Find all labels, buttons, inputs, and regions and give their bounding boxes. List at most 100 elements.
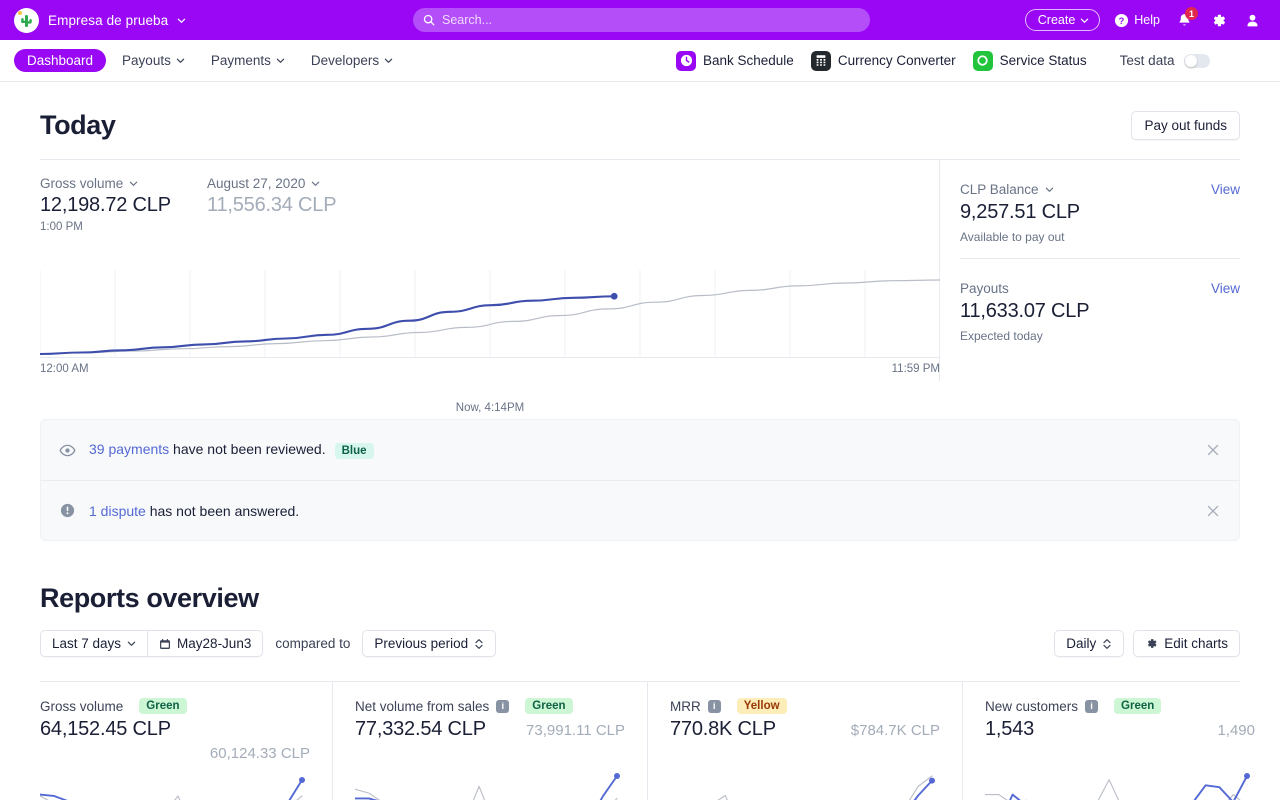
status-badge: Green <box>525 698 573 714</box>
notifications-button[interactable]: 1 <box>1174 7 1198 30</box>
gross-volume-metric: Gross volume 12,198.72 CLP 1:00 PM <box>40 176 207 233</box>
balance-view-link[interactable]: View <box>1211 182 1240 197</box>
today-volume-chart[interactable]: 12:00 AM 11:59 PM Now, 4:14PM <box>40 270 940 414</box>
close-icon[interactable] <box>1205 442 1221 458</box>
quick-link-currency-converter-label: Currency Converter <box>837 53 956 68</box>
chevron-down-icon <box>384 58 393 63</box>
chevron-down-icon <box>176 58 185 63</box>
test-data-toggle[interactable] <box>1184 53 1211 68</box>
create-button[interactable]: Create <box>1024 9 1101 31</box>
report-card-new-customers[interactable]: New customers i Green 1,543 1,490 <box>962 682 1277 800</box>
nav-item-payments[interactable]: Payments <box>201 49 295 72</box>
quick-link-service-status-label: Service Status <box>999 53 1087 68</box>
comparison-date-selector[interactable]: August 27, 2020 <box>207 176 374 191</box>
report-card-gross-volume[interactable]: Gross volume Green 64,152.45 CLP 60,124.… <box>40 682 332 800</box>
status-circle-icon <box>972 50 993 71</box>
date-range-group: Last 7 days May28-Jun3 <box>40 630 264 657</box>
alerts-list: 39 payments have not been reviewed. Blue … <box>40 419 1240 541</box>
today-chart-axis: 12:00 AM 11:59 PM <box>40 363 940 375</box>
sparkline-svg <box>40 777 305 800</box>
gear-icon <box>1148 639 1157 648</box>
today-side-column: CLP Balance View 9,257.51 CLP Available … <box>940 160 1240 381</box>
axis-label-end: 11:59 PM <box>891 363 940 375</box>
report-card-mrr[interactable]: MRR i Yellow 770.8K CLP $784.7K CLP <box>647 682 962 800</box>
calculator-icon <box>810 50 831 71</box>
alert-dispute-message: has not been answered. <box>145 502 300 519</box>
balance-block: CLP Balance View 9,257.51 CLP Available … <box>960 160 1240 244</box>
date-range-dates-label: May28-Jun3 <box>177 636 252 651</box>
date-range-preset-button[interactable]: Last 7 days <box>40 630 149 657</box>
report-card-label: Gross volume <box>40 698 124 714</box>
top-bar: Empresa de prueba Create ? Help <box>0 0 1280 40</box>
edit-charts-button[interactable]: Edit charts <box>1133 630 1240 657</box>
search-input[interactable] <box>442 13 860 27</box>
notification-count-badge: 1 <box>1185 7 1198 20</box>
nav-item-payouts-label: Payouts <box>122 53 171 68</box>
info-icon[interactable]: i <box>1085 699 1099 713</box>
nav-item-payouts[interactable]: Payouts <box>112 49 195 72</box>
balance-selector[interactable]: CLP Balance <box>960 182 1054 197</box>
gear-icon <box>1213 14 1225 26</box>
reports-controls: Last 7 days May28-Jun3 compared to Previ… <box>40 630 1240 657</box>
today-panel: Gross volume 12,198.72 CLP 1:00 PM Augus… <box>40 159 1240 414</box>
search-box[interactable] <box>413 8 870 32</box>
comparison-value: 11,556.34 CLP <box>207 194 337 216</box>
pay-out-funds-button[interactable]: Pay out funds <box>1131 111 1240 140</box>
comparison-period-select[interactable]: Previous period <box>362 630 497 657</box>
balance-sub: Available to pay out <box>960 230 1065 244</box>
chevron-down-icon <box>1045 187 1053 192</box>
cactus-logo <box>14 7 39 33</box>
exclamation-icon <box>60 503 75 518</box>
balance-value: 9,257.51 CLP <box>960 201 1080 223</box>
report-card-value: 64,152.45 CLP <box>40 718 171 740</box>
report-card-label: New customers <box>985 698 1079 714</box>
quick-link-currency-converter[interactable]: Currency Converter <box>810 50 956 71</box>
nav-item-developers[interactable]: Developers <box>301 49 403 72</box>
report-cards: Gross volume Green 64,152.45 CLP 60,124.… <box>40 681 1255 800</box>
compared-to-label: compared to <box>275 636 351 651</box>
status-badge: Yellow <box>736 698 787 714</box>
report-card-label: MRR <box>670 698 701 714</box>
user-icon <box>1247 14 1257 26</box>
axis-label-start: 12:00 AM <box>40 363 89 375</box>
brand-name: Empresa de prueba <box>48 12 169 28</box>
gross-volume-selector[interactable]: Gross volume <box>40 176 207 191</box>
svg-text:?: ? <box>1119 15 1125 25</box>
alert-payments-text: 39 payments have not been reviewed. Blue <box>89 441 374 459</box>
report-card-label: Net volume from sales <box>355 698 490 714</box>
report-card-sparkline <box>670 772 940 800</box>
nav-item-dashboard[interactable]: Dashboard <box>14 49 107 72</box>
chevron-down-icon <box>1081 18 1089 23</box>
payouts-label-wrap: Payouts <box>960 281 1009 296</box>
alert-payments-badge: Blue <box>334 442 374 459</box>
help-button[interactable]: ? Help <box>1114 13 1160 28</box>
comparison-date-label: August 27, 2020 <box>207 176 306 191</box>
close-icon[interactable] <box>1205 503 1221 519</box>
account-button[interactable] <box>1242 10 1262 30</box>
create-button-label: Create <box>1037 13 1076 27</box>
info-icon[interactable]: i <box>496 699 510 713</box>
date-range-preset-label: Last 7 days <box>52 636 122 651</box>
interval-select[interactable]: Daily <box>1054 630 1125 657</box>
today-chart-column: Gross volume 12,198.72 CLP 1:00 PM Augus… <box>40 160 940 414</box>
settings-button[interactable] <box>1208 10 1228 30</box>
payouts-view-link[interactable]: View <box>1211 281 1240 296</box>
quick-link-bank-schedule[interactable]: Bank Schedule <box>676 50 794 71</box>
chevron-down-icon <box>276 58 285 63</box>
chevron-down-icon <box>127 641 136 646</box>
alert-dispute-link[interactable]: 1 dispute <box>89 503 146 519</box>
sparkline-svg <box>985 773 1250 800</box>
chevron-down-icon <box>312 181 320 186</box>
page-content: Today Pay out funds Gross volume 12,198.… <box>0 82 1280 800</box>
date-range-dates-button[interactable]: May28-Jun3 <box>148 630 264 657</box>
report-card-net-volume[interactable]: Net volume from sales i Green 77,332.54 … <box>332 682 647 800</box>
account-switcher[interactable]: Empresa de prueba <box>14 7 186 33</box>
test-data-toggle-group[interactable]: Test data <box>1120 53 1211 68</box>
help-label: Help <box>1134 13 1160 27</box>
report-card-sparkline <box>355 772 625 800</box>
report-card-sparkline <box>40 776 310 800</box>
alert-payments-link[interactable]: 39 payments <box>89 441 169 457</box>
quick-link-service-status[interactable]: Service Status <box>972 50 1087 71</box>
report-card-value: 1,543 <box>985 718 1035 740</box>
info-icon[interactable]: i <box>707 699 721 713</box>
